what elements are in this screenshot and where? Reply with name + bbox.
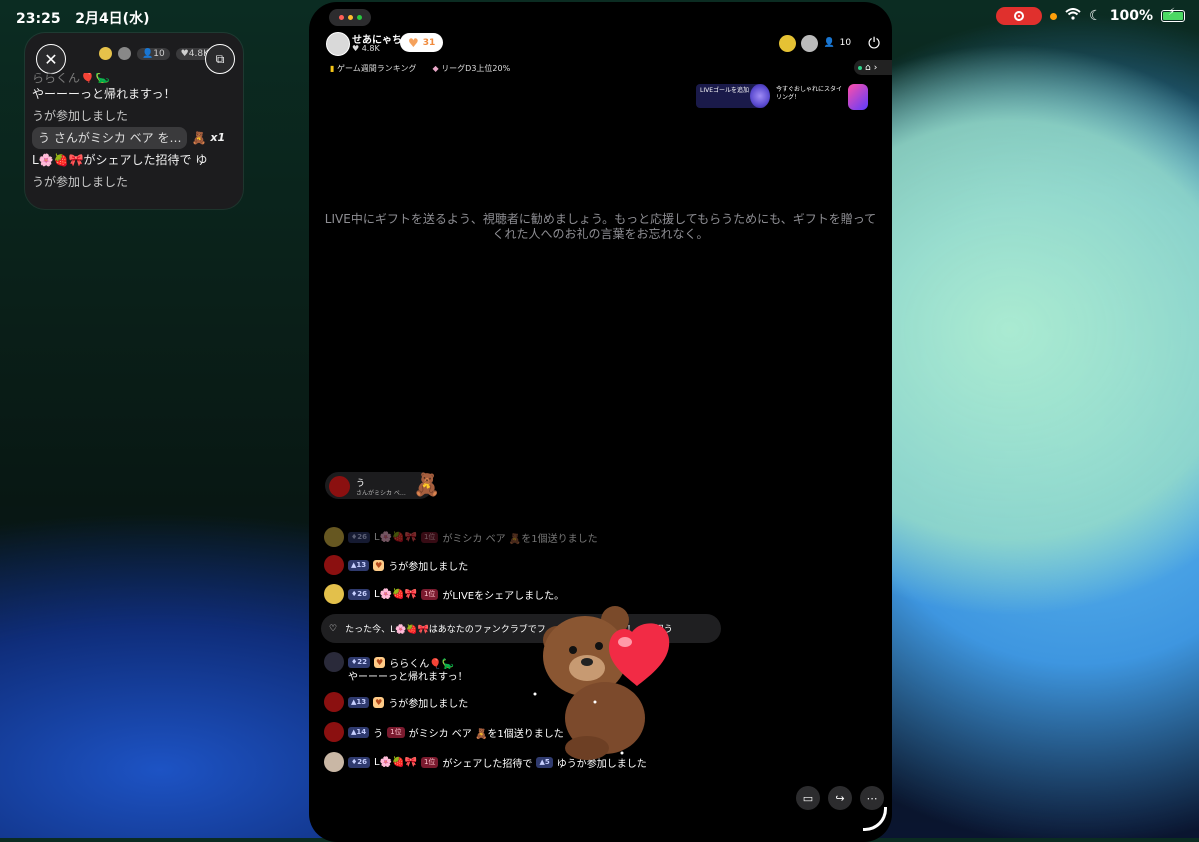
- window-controls[interactable]: [329, 9, 371, 26]
- heart-icon: ♥: [180, 48, 189, 59]
- mic-indicator-icon: [1050, 12, 1058, 20]
- live-stream-window[interactable]: せあにゃち ♥ 4.8K ♥ 31 👤 10 ⏻ ▮ ゲーム週間ランキング ◆ リ…: [309, 2, 892, 842]
- level-badge: ▲ 14: [348, 726, 370, 738]
- viewer-avatar[interactable]: [801, 34, 819, 52]
- home-chip[interactable]: ⌂ ›: [854, 60, 892, 75]
- pip-viewers: 👤10: [137, 47, 170, 60]
- heart-icon: ♥: [352, 44, 360, 53]
- person-icon: 👤: [823, 38, 835, 48]
- home-icon: ⌂: [865, 62, 871, 73]
- gem-icon: ◆: [432, 64, 439, 73]
- share-icon[interactable]: ↪: [828, 786, 852, 810]
- bear-gift-icon: 🧸: [413, 473, 441, 498]
- weekly-ranking[interactable]: ▮ ゲーム週間ランキング: [330, 63, 416, 74]
- resize-handle[interactable]: [863, 807, 887, 831]
- pip-message: やーーーっと帰れますっ！: [32, 87, 176, 101]
- chat-row: ♦ 26 L🌸🍓🎀 1位 がミシカ ベア 🧸を1個送りました: [324, 527, 598, 547]
- rank-badge: 1位: [420, 588, 439, 600]
- top-viewers: 👤 10 ⏻: [779, 34, 880, 52]
- moon-icon: ☾: [1089, 8, 1102, 24]
- pip-gift-message: う さんがミシカ ベア を… 🧸 x1: [32, 127, 238, 149]
- fan-badge-icon: ♥: [374, 656, 386, 668]
- pip-message: ららくん🎈🦕: [32, 73, 110, 83]
- goal-orb-icon: [750, 84, 770, 108]
- viewer-count[interactable]: 10: [840, 38, 851, 48]
- host-likes: ♥ 4.8K: [352, 44, 380, 53]
- trophy-icon: ▮: [330, 64, 335, 73]
- avatar-figure-icon: [848, 84, 868, 110]
- viewer-avatar: [118, 47, 131, 60]
- level-badge: ♦ 26: [348, 531, 371, 543]
- status-bar-right: ☾ 100%: [996, 7, 1185, 25]
- status-time: 23:25 2月4日(水): [16, 11, 150, 27]
- level-badge: ♦ 26: [348, 588, 371, 600]
- viewer-avatar[interactable]: [779, 34, 797, 52]
- avatar: [329, 476, 350, 497]
- fan-badge-icon: ♥: [373, 559, 385, 571]
- close-icon[interactable]: ✕: [36, 44, 66, 74]
- avatar[interactable]: [324, 692, 344, 712]
- status-date: 2月4日(水): [75, 11, 150, 27]
- person-icon: 👤: [142, 48, 154, 59]
- screen-record-icon[interactable]: [996, 7, 1043, 25]
- rank-badge: 1位: [420, 531, 439, 543]
- level-badge: ♦ 22: [348, 656, 371, 668]
- pip-stats: 👤10 ♥4.8K: [99, 47, 214, 60]
- gift-count: x1: [210, 131, 226, 144]
- pip-window[interactable]: ✕ 👤10 ♥4.8K ⧉ ららくん🎈🦕 やーーーっと帰れますっ！ うが参加しま…: [25, 33, 243, 209]
- league-ranking[interactable]: ◆ リーグD3上位20%: [432, 63, 510, 74]
- gift-hint-text: LIVE中にギフトを送るよう、視聴者に勧めましょう。もっと応援してもらうためにも…: [324, 212, 877, 241]
- chevron-right-icon: ›: [873, 62, 878, 73]
- level-badge: ♦ 26: [348, 756, 371, 768]
- avatar[interactable]: [324, 652, 344, 672]
- power-icon[interactable]: ⏻: [868, 34, 880, 52]
- battery-charging-icon: [1161, 7, 1185, 22]
- chat-row: ▲ 13 ♥ うが参加しました: [324, 555, 468, 575]
- viewer-avatar: [99, 47, 112, 60]
- live-goal-card[interactable]: LIVEゴールを追加: [696, 84, 770, 108]
- style-card[interactable]: 今すぐおしゃれにスタイリング！: [776, 84, 876, 110]
- level-badge: ▲ 13: [348, 559, 370, 571]
- battery-percent: 100%: [1109, 8, 1153, 24]
- fan-badge-icon: ♥: [373, 696, 385, 708]
- bear-gift-icon: 🧸: [191, 131, 207, 145]
- heart-icon: ♥: [408, 35, 419, 50]
- avatar[interactable]: [324, 527, 344, 547]
- avatar[interactable]: [324, 752, 344, 772]
- pip-message: うが参加しました: [32, 109, 129, 123]
- rank-badge: 1位: [420, 756, 439, 768]
- host-avatar[interactable]: [326, 32, 350, 56]
- fan-heart-button[interactable]: ♥ 31: [400, 33, 444, 52]
- pip-message: L🌸🍓🎀がシェアした招待で ゆ: [32, 153, 208, 167]
- pip-messages: ららくん🎈🦕 やーーーっと帰れますっ！ うが参加しました う さんがミシカ ベア…: [32, 73, 238, 193]
- chat-row: ▲ 13 ♥ うが参加しました: [324, 692, 468, 712]
- bear-gift-animation: [533, 606, 670, 760]
- comment-icon[interactable]: ▭: [796, 786, 820, 810]
- avatar[interactable]: [324, 722, 344, 742]
- avatar[interactable]: [324, 584, 344, 604]
- pip-message: うが参加しました: [32, 175, 129, 189]
- ranking-bar: ▮ ゲーム週間ランキング ◆ リーグD3上位20%: [330, 63, 510, 74]
- expand-window-icon[interactable]: ⧉: [205, 44, 235, 74]
- gift-banner[interactable]: う さんがミシカ ベ… 🧸: [325, 472, 440, 499]
- heart-outline-icon: ♡: [329, 623, 338, 634]
- avatar[interactable]: [324, 555, 344, 575]
- wifi-icon: [1065, 8, 1081, 24]
- rank-badge: 1位: [387, 726, 405, 738]
- level-badge: ▲ 13: [348, 696, 370, 708]
- chat-message: やーーーっと帰れますっ！: [348, 672, 468, 683]
